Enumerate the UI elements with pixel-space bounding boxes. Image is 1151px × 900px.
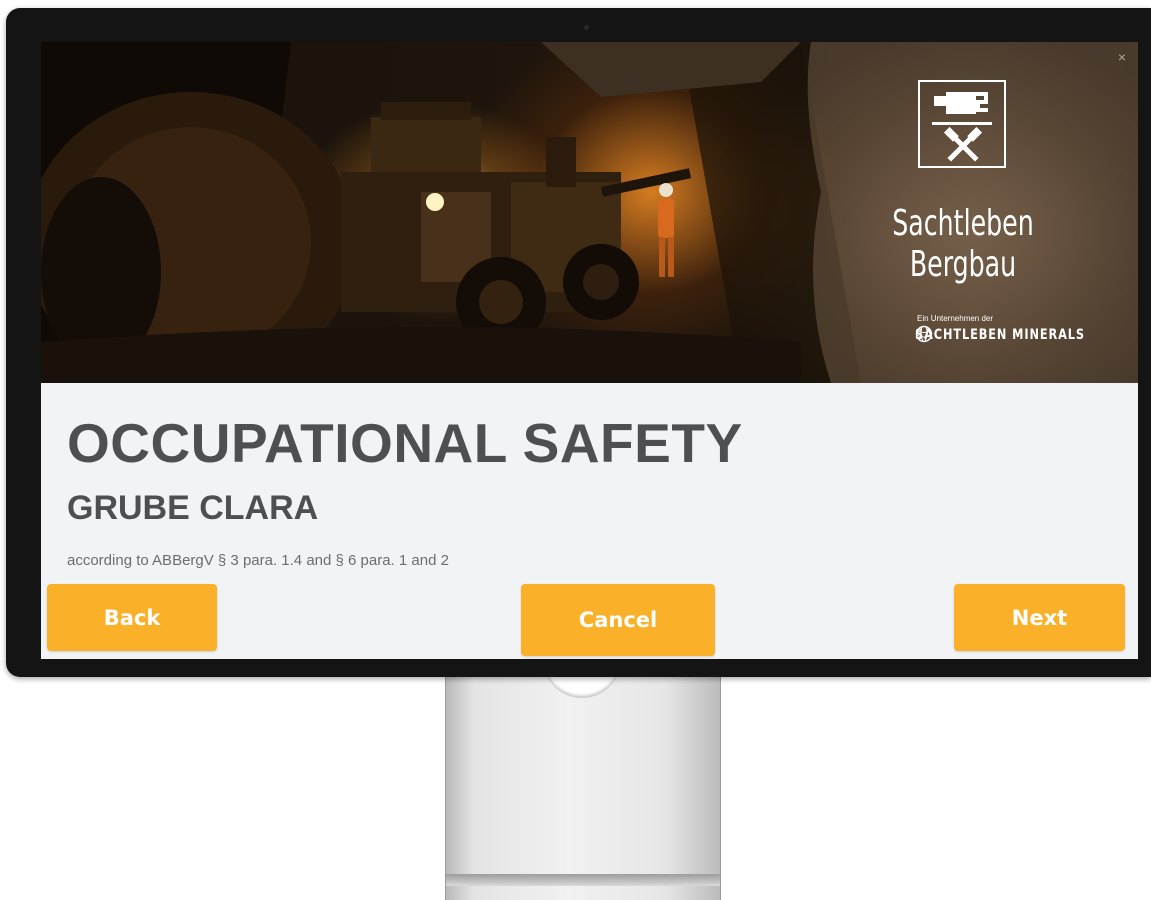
back-button[interactable]: Back <box>47 584 217 651</box>
app-screen: × Sachtleben Bergbau Ein Unternehmen der… <box>41 42 1138 659</box>
webcam-dot <box>584 25 589 30</box>
parent-company-row: SACHTLEBEN MINERALS <box>915 325 1104 345</box>
brand-name: Sachtleben Bergbau <box>892 203 1034 285</box>
hero-banner: × Sachtleben Bergbau Ein Unternehmen der… <box>41 42 1138 383</box>
cancel-button[interactable]: Cancel <box>521 584 715 656</box>
parent-company-name: SACHTLEBEN MINERALS <box>915 327 1085 343</box>
page-title: OCCUPATIONAL SAFETY <box>67 412 743 474</box>
globe-icon <box>915 325 933 343</box>
company-logo <box>918 80 1006 168</box>
next-button[interactable]: Next <box>954 584 1125 651</box>
parent-company-intro: Ein Unternehmen der <box>917 314 994 323</box>
mining-hammer-and-pick-icon <box>932 92 992 162</box>
close-icon[interactable]: × <box>1118 50 1126 64</box>
legal-reference: according to ABBergV § 3 para. 1.4 and §… <box>67 552 449 569</box>
page-subtitle: GRUBE CLARA <box>67 489 319 527</box>
